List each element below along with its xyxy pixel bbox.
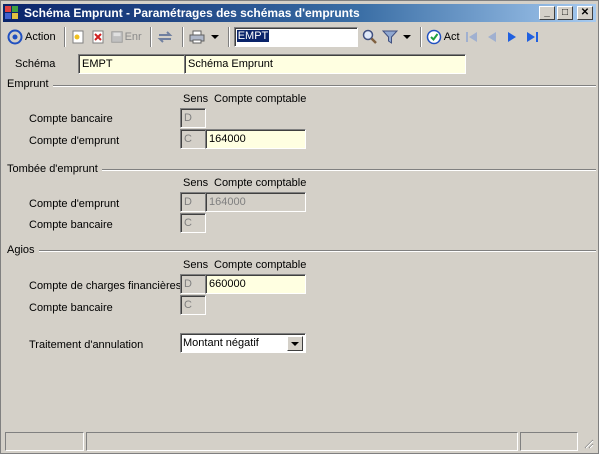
group-divider [7,250,596,252]
first-record-button[interactable] [464,26,480,48]
toolbar-separator [149,27,152,47]
save-label: Enr [124,31,142,43]
filter-icon [381,30,398,44]
first-icon [465,32,477,42]
window-title: Schéma Emprunt - Paramétrages des schéma… [24,6,360,20]
search-icon [362,29,377,44]
emprunt-sens-field: D [180,108,206,128]
refresh-button[interactable] [156,26,174,48]
sens-header: Sens [183,259,209,271]
print-options-dropdown[interactable] [210,26,220,48]
act-button[interactable]: Act [426,26,460,48]
next-icon [507,32,516,42]
resize-grip-icon[interactable] [580,432,594,451]
action-label: Action [25,31,56,43]
agios-sens-field: C [180,295,206,315]
schema-label: Schéma [15,58,56,70]
emprunt-row-label: Compte d'emprunt [29,135,120,147]
status-cell [520,432,578,451]
new-document-icon [72,30,84,44]
agios-compte-field[interactable]: 660000 [205,274,306,294]
search-input[interactable]: EMPT [233,27,358,47]
compte-header: Compte comptable [214,177,307,189]
tombee-row-label: Compte bancaire [29,219,113,231]
status-bar [5,432,596,451]
filter-button[interactable] [381,26,398,48]
chevron-down-icon [402,35,411,39]
chevron-down-icon [210,35,219,39]
annulation-select[interactable]: Montant négatif [180,333,306,353]
schema-code-field[interactable]: EMPT [78,54,185,74]
compte-header: Compte comptable [214,93,307,105]
delete-icon [92,30,104,44]
printer-icon [189,30,205,44]
group-divider [7,85,596,87]
toolbar-separator [181,27,184,47]
toolbar-separator [63,27,66,47]
tombee-row-label: Compte d'emprunt [29,198,120,210]
agios-row-label: Compte bancaire [29,302,113,314]
toolbar-separator [419,27,422,47]
emprunt-compte-field[interactable]: 164000 [205,129,306,149]
app-window: Schéma Emprunt - Paramétrages des schéma… [0,0,599,454]
app-icon [5,6,19,20]
tombee-sens-field: C [180,213,206,233]
maximize-button[interactable]: □ [557,6,573,20]
sens-header: Sens [183,93,209,105]
act-label: Act [443,31,460,43]
toolbar: Action Enr EMPT Act [3,24,596,50]
dropdown-button[interactable] [287,336,303,351]
sens-header: Sens [183,177,209,189]
filter-options-dropdown[interactable] [402,26,412,48]
chevron-down-icon [291,341,299,346]
annulation-label: Traitement d'annulation [29,339,144,351]
new-button[interactable] [70,26,86,48]
save-icon [110,31,123,43]
search-value: EMPT [236,30,270,42]
emprunt-row-label: Compte bancaire [29,113,113,125]
tombee-compte-field: 164000 [205,192,306,212]
act-icon [426,29,441,45]
compte-header: Compte comptable [214,259,307,271]
previous-icon [487,32,496,42]
emprunt-group-title: Emprunt [7,78,53,90]
status-cell [5,432,84,451]
title-bar[interactable]: Schéma Emprunt - Paramétrages des schéma… [3,4,596,22]
schema-name-field[interactable]: Schéma Emprunt [184,54,466,74]
tombee-sens-field: D [180,192,206,212]
previous-record-button[interactable] [484,26,500,48]
delete-button[interactable] [90,26,106,48]
agios-row-label: Compte de charges financières [29,280,182,292]
close-button[interactable]: ✕ [577,6,593,20]
last-record-button[interactable] [524,26,540,48]
action-menu-button[interactable]: Action [7,26,56,48]
annulation-value: Montant négatif [183,337,259,349]
print-button[interactable] [188,26,206,48]
tombee-group-title: Tombée d'emprunt [7,163,102,175]
last-icon [526,32,538,42]
search-button[interactable] [362,26,378,48]
next-record-button[interactable] [504,26,520,48]
minimize-button[interactable]: _ [539,6,555,20]
toolbar-separator [227,27,230,47]
action-icon [7,29,23,45]
agios-sens-field: D [180,274,206,294]
save-button[interactable]: Enr [110,26,142,48]
refresh-icon [157,31,173,43]
status-cell [86,432,518,451]
emprunt-sens-field: C [180,129,206,149]
agios-group-title: Agios [7,244,39,256]
